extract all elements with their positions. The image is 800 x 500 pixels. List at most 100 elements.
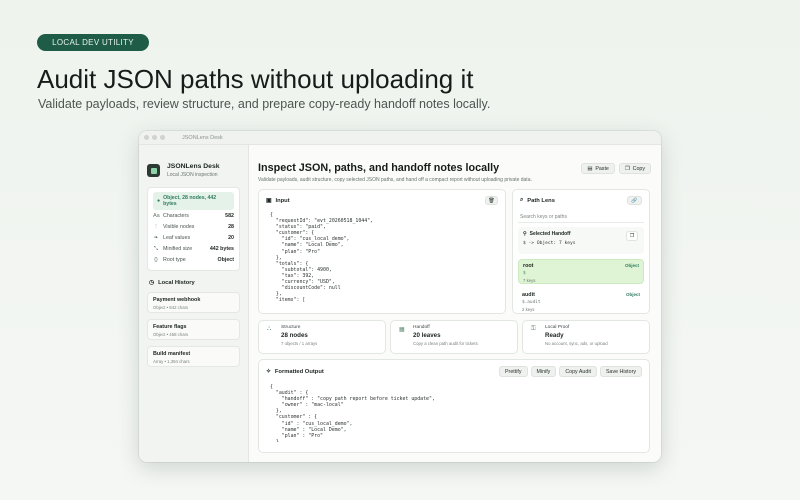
- json-input-editor[interactable]: { "requestId": "evt_20260518_1044", "sta…: [259, 205, 505, 302]
- app-header: JSONLens Desk Local JSON inspection: [147, 163, 240, 178]
- card-meta: Copy a clean path audit for tickets: [413, 341, 478, 346]
- clear-input-button[interactable]: 🗑: [485, 196, 498, 205]
- stat-label: Characters: [163, 212, 189, 219]
- stat-label: Visible nodes: [163, 223, 195, 230]
- page-title: Inspect JSON, paths, and handoff notes l…: [258, 162, 500, 174]
- path-keys: 7 keys: [523, 278, 536, 283]
- lock-icon: ⚿: [531, 326, 536, 332]
- card-title: Structure: [281, 325, 301, 330]
- copy-selected-button[interactable]: ❐: [626, 231, 638, 241]
- copy-icon: ❐: [624, 165, 630, 172]
- card-value: 28 nodes: [281, 332, 308, 339]
- output-panel: ✧ Formatted Output Prettify Minify Copy A…: [258, 359, 650, 453]
- window-minimize-button[interactable]: [152, 135, 157, 140]
- stat-row-characters: Aa Characters 582: [153, 210, 234, 221]
- input-panel: ▣ Input 🗑 { "requestId": "evt_20260518_10…: [258, 189, 506, 314]
- card-value: Ready: [545, 332, 564, 339]
- card-meta: No account, sync, ads, or upload: [545, 341, 608, 346]
- copy-icon: ❐: [629, 233, 635, 239]
- input-title: Input: [275, 197, 290, 204]
- formatted-output: { "audit" : { "handoff" : "copy path rep…: [270, 384, 435, 442]
- history-item-meta: Object • 842 chars: [153, 304, 189, 310]
- clock-icon: ◷: [149, 279, 155, 286]
- paste-button[interactable]: ▤ Paste: [581, 163, 615, 174]
- prettify-button[interactable]: Prettify: [499, 366, 528, 377]
- copy-button[interactable]: ❐ Copy: [618, 163, 651, 174]
- save-history-button[interactable]: Save History: [599, 366, 642, 377]
- copy-label: Copy: [632, 165, 645, 172]
- stat-label: Leaf values: [163, 234, 191, 241]
- copy-audit-button[interactable]: Copy Audit: [559, 366, 597, 377]
- stat-label: Minified size: [163, 246, 193, 253]
- path-lens-title: Path Lens: [527, 197, 555, 204]
- path-item-audit[interactable]: audit $.audit 2 keys Object: [518, 289, 644, 314]
- history-item-title: Build manifest: [153, 350, 191, 357]
- history-heading: ◷ Local History: [149, 280, 240, 286]
- app-tagline: Local JSON inspection: [167, 172, 218, 178]
- path-item-root[interactable]: root $ 7 keys Object: [518, 259, 644, 284]
- card-title: Local Proof: [545, 325, 570, 330]
- history-title: Local History: [158, 279, 195, 286]
- stat-row-minified-size: ⤡ Minified size 442 bytes: [153, 244, 234, 255]
- size-icon: ⤡: [153, 245, 159, 252]
- clipboard-icon: ▤: [587, 165, 593, 172]
- hero-subtitle: Validate payloads, review structure, and…: [38, 97, 491, 111]
- path-search-input[interactable]: [518, 212, 644, 223]
- path-name: audit: [522, 292, 535, 298]
- sidebar: JSONLens Desk Local JSON inspection ● Ob…: [139, 145, 249, 462]
- handoff-card: ▦ Handoff 20 leaves Copy a clean path au…: [390, 320, 518, 354]
- link-icon: 🔗: [631, 197, 638, 204]
- window-title: JSONLens Desk: [182, 134, 223, 141]
- handoff-icon: ▦: [399, 327, 405, 333]
- page-subtitle: Validate payloads, audit structure, copy…: [258, 177, 532, 183]
- stats-card: ● Object, 28 nodes, 442 bytes Aa Characte…: [147, 187, 240, 271]
- hero-badge: LOCAL DEV UTILITY: [37, 34, 149, 51]
- stat-value: 28: [228, 223, 234, 230]
- check-circle-icon: ●: [157, 198, 161, 204]
- local-proof-card: ⚿ Local Proof Ready No account, sync, ad…: [522, 320, 650, 354]
- selected-handoff-title: Selected Handoff: [529, 231, 571, 237]
- stat-value: Object: [217, 257, 234, 264]
- stat-row-visible-nodes: ⋮ Visible nodes 28: [153, 221, 234, 232]
- pin-icon: ⚲: [523, 231, 527, 237]
- document-icon: ▣: [266, 197, 272, 204]
- history-item-feature-flags[interactable]: Feature flags Object • 458 chars: [147, 318, 240, 340]
- stats-summary-text: Object, 28 nodes, 442 bytes: [163, 195, 217, 207]
- window-zoom-button[interactable]: [160, 135, 165, 140]
- main-content: Inspect JSON, paths, and handoff notes l…: [258, 145, 651, 462]
- paste-label: Paste: [595, 165, 609, 172]
- window-close-button[interactable]: [144, 135, 149, 140]
- top-actions: ▤ Paste ❐ Copy: [581, 163, 651, 174]
- history-item-build-manifest[interactable]: Build manifest Array • 1,394 chars: [147, 345, 240, 367]
- minify-button[interactable]: Minify: [530, 366, 557, 377]
- search-icon: ⌕: [520, 197, 524, 203]
- path-lens-panel: ⌕Path Lens 🔗 ⚲Selected Handoff $ -> Obje…: [512, 189, 650, 314]
- card-meta: 7 objects / 1 arrays: [281, 341, 318, 346]
- stat-row-leaf-values: ❧ Leaf values 20: [153, 232, 234, 243]
- stats-summary: ● Object, 28 nodes, 442 bytes: [153, 192, 234, 210]
- hero-title: Audit JSON paths without uploading it: [37, 64, 474, 94]
- structure-icon: ⛬: [267, 326, 272, 332]
- stat-value: 442 bytes: [209, 246, 234, 253]
- stat-value: 20: [228, 234, 234, 241]
- stat-label: Root type: [163, 257, 186, 264]
- wand-icon: ✧: [266, 368, 271, 375]
- trash-icon: 🗑: [488, 197, 495, 204]
- copy-link-button[interactable]: 🔗: [627, 196, 642, 205]
- structure-card: ⛬ Structure 28 nodes 7 objects / 1 array…: [258, 320, 386, 354]
- path-type: Object: [624, 263, 639, 268]
- selected-handoff: ⚲ Selected Handoff $ -> Object: 7 keys ❐: [518, 227, 644, 254]
- history-item-title: Feature flags: [153, 323, 187, 330]
- history-item-payment-webhook[interactable]: Payment webhook Object • 842 chars: [147, 291, 240, 313]
- stat-value: 582: [225, 212, 234, 219]
- history-item-meta: Object • 458 chars: [153, 331, 189, 337]
- path-type: Object: [625, 292, 640, 297]
- braces-icon: {}: [154, 257, 158, 264]
- nodes-icon: ⋮: [153, 223, 159, 230]
- window-titlebar: JSONLens Desk: [139, 131, 661, 145]
- history-item-title: Payment webhook: [153, 296, 201, 303]
- stat-row-root-type: {} Root type Object: [153, 255, 234, 266]
- history-item-meta: Array • 1,394 chars: [153, 358, 190, 364]
- output-title: Formatted Output: [274, 368, 324, 375]
- card-title: Handoff: [413, 325, 430, 330]
